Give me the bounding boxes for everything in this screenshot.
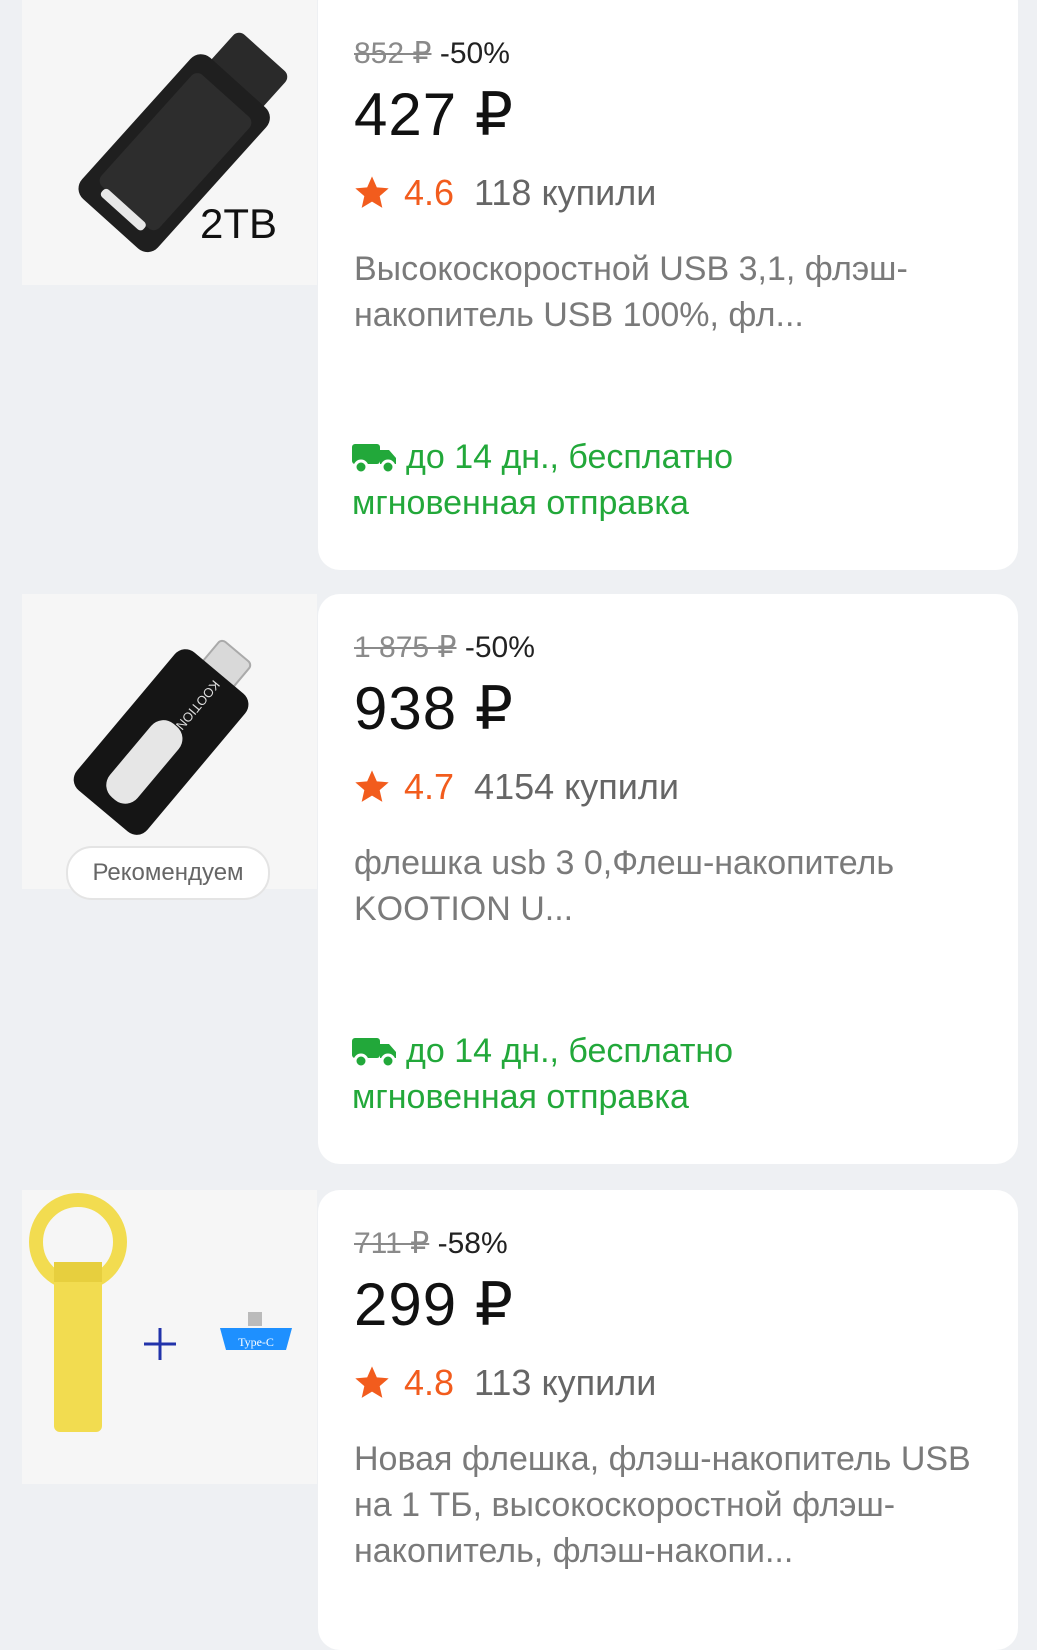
product-card[interactable]: Type-C 711 ₽ -58% 299 ₽ 4.8 113 купили Н…	[22, 1190, 1018, 1650]
product-title[interactable]: Новая флешка, флэш-накопитель USB на 1 Т…	[354, 1436, 984, 1574]
delivery-info: до 14 дн., бесплатно мгновенная отправка	[352, 1028, 733, 1120]
discount: -50%	[464, 631, 535, 664]
product-title[interactable]: Высокоскоростной USB 3,1, флэш-накопител…	[354, 246, 984, 338]
old-price-line: 852 ₽ -50%	[354, 36, 510, 71]
bought-count: 118 купили	[474, 172, 657, 213]
usb-keyring-image: Type-C	[29, 1193, 292, 1432]
delivery-time: до 14 дн., бесплатно	[406, 1032, 734, 1070]
old-price: 1 875 ₽	[354, 631, 457, 664]
old-price: 852 ₽	[354, 37, 432, 70]
rating-line: 4.7 4154 купили	[352, 766, 679, 808]
rating-value: 4.6	[404, 172, 455, 213]
rating-line: 4.8 113 купили	[352, 1362, 656, 1404]
old-price: 711 ₽	[354, 1227, 430, 1260]
star-icon	[355, 1366, 389, 1398]
rating-value: 4.8	[404, 1362, 455, 1403]
old-price-line: 1 875 ₽ -50%	[354, 630, 535, 665]
price: 299 ₽	[354, 1271, 514, 1338]
product-title[interactable]: флешка usb 3 0,Флеш-накопитель KOOTION U…	[354, 840, 984, 932]
star-icon	[355, 176, 389, 208]
star-icon	[355, 770, 389, 802]
bought-count: 113 купили	[474, 1362, 657, 1403]
old-price-line: 711 ₽ -58%	[354, 1226, 508, 1261]
usb-drive-image: KOOTION	[73, 639, 252, 835]
rating-value: 4.7	[404, 766, 455, 807]
recommended-badge: Рекомендуем	[66, 846, 270, 900]
bought-count: 4154 купили	[474, 766, 680, 807]
delivery-info: до 14 дн., бесплатно мгновенная отправка	[352, 434, 733, 526]
product-image[interactable]: Type-C	[22, 1190, 317, 1484]
product-info[interactable]: 711 ₽ -58% 299 ₽ 4.8 113 купили Новая фл…	[318, 1190, 1018, 1650]
discount: -50%	[439, 37, 510, 70]
capacity-label: 2TB	[200, 200, 278, 247]
price: 427 ₽	[354, 81, 514, 148]
product-image[interactable]: KOOTION Рекомендуем	[22, 594, 317, 900]
truck-icon	[352, 444, 396, 474]
delivery-time: до 14 дн., бесплатно	[406, 438, 734, 476]
product-info[interactable]: 1 875 ₽ -50% 938 ₽ 4.7 4154 купили флешк…	[318, 594, 1018, 1164]
adapter-label: Type-C	[238, 1335, 274, 1349]
discount: -58%	[437, 1227, 508, 1260]
rating-line: 4.6 118 купили	[352, 172, 656, 214]
truck-icon	[352, 1038, 396, 1068]
delivery-note: мгновенная отправка	[352, 484, 689, 522]
product-info[interactable]: 852 ₽ -50% 427 ₽ 4.6 118 купили Высокоск…	[318, 0, 1018, 570]
delivery-note: мгновенная отправка	[352, 1078, 689, 1116]
product-card[interactable]: 2TB 852 ₽ -50% 427 ₽ 4.6 118 купили Высо…	[22, 0, 1018, 570]
price: 938 ₽	[354, 675, 514, 742]
product-image[interactable]: 2TB	[22, 0, 317, 285]
product-card[interactable]: KOOTION Рекомендуем 1 875 ₽ -50% 938 ₽ 4…	[22, 594, 1018, 1164]
